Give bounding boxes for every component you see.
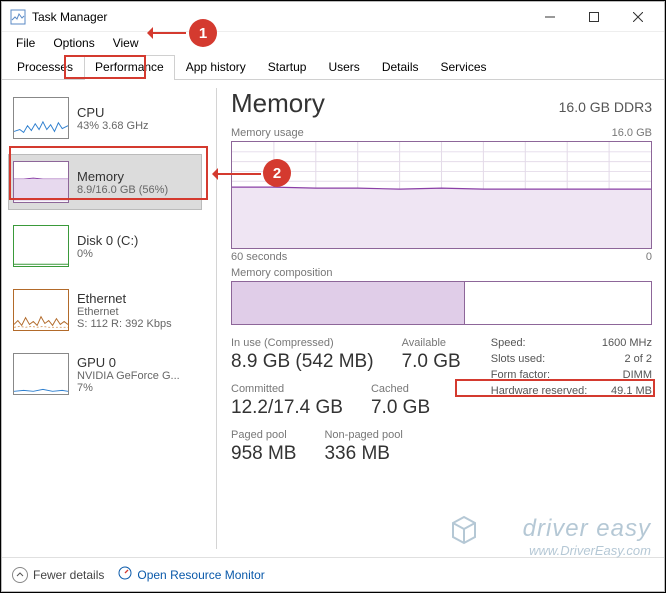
main-header: Memory 16.0 GB DDR3 [231,88,652,119]
usage-label-row: Memory usage 16.0 GB [231,127,652,139]
stats-left: In use (Compressed) 8.9 GB (542 MB) Avai… [231,337,467,475]
available-label: Available [402,337,461,349]
usage-axis: 60 seconds 0 [231,251,652,263]
speed-key: Speed: [491,337,526,349]
sidebar-gpu-sub2: 7% [77,382,197,394]
minimize-button[interactable] [528,2,572,32]
tab-users[interactable]: Users [317,55,370,79]
titlebar: Task Manager [2,2,664,32]
sidebar-item-memory[interactable]: Memory 8.9/16.0 GB (56%) [8,154,202,210]
nonpaged-label: Non-paged pool [324,429,402,441]
sidebar-item-disk[interactable]: Disk 0 (C:) 0% [8,218,202,274]
open-resource-monitor-label: Open Resource Monitor [137,568,264,582]
cached-label: Cached [371,383,430,395]
formfactor-val: DIMM [623,369,652,381]
disk-sparkline [13,225,69,267]
paged-value: 958 MB [231,443,296,465]
sidebar-gpu-title: GPU 0 [77,355,197,370]
sidebar-memory-title: Memory [77,169,197,184]
slots-val: 2 of 2 [624,353,652,365]
memory-sparkline [13,161,69,203]
sidebar-cpu-title: CPU [77,105,197,120]
available-value: 7.0 GB [402,351,461,373]
performance-sidebar: CPU 43% 3.68 GHz Memory 8.9/16.0 GB (56%… [2,80,208,557]
maximize-button[interactable] [572,2,616,32]
page-title: Memory [231,88,325,119]
sidebar-divider [216,88,217,549]
nonpaged-value: 336 MB [324,443,402,465]
content-area: CPU 43% 3.68 GHz Memory 8.9/16.0 GB (56%… [2,80,664,557]
stats-right: Speed: 1600 MHz Slots used: 2 of 2 Form fa… [491,337,652,475]
menu-options[interactable]: Options [45,34,102,52]
fewer-details-button[interactable]: Fewer details [12,567,104,583]
sidebar-item-ethernet[interactable]: Ethernet Ethernet S: 112 R: 392 Kbps [8,282,202,338]
tab-services[interactable]: Services [430,55,498,79]
menu-file[interactable]: File [8,34,43,52]
sidebar-memory-sub: 8.9/16.0 GB (56%) [77,184,197,196]
tab-details[interactable]: Details [371,55,430,79]
memory-capacity: 16.0 GB DDR3 [559,99,652,115]
in-use-value: 8.9 GB (542 MB) [231,351,374,373]
sidebar-ethernet-sub2: S: 112 R: 392 Kbps [77,318,197,330]
sidebar-cpu-sub: 43% 3.68 GHz [77,120,197,132]
tab-strip: Processes Performance App history Startu… [2,54,664,80]
sidebar-disk-title: Disk 0 (C:) [77,233,197,248]
annotation-arrow-2 [215,173,261,175]
resource-monitor-icon [118,566,132,583]
axis-right: 0 [646,251,652,263]
menubar: File Options View [2,32,664,54]
stats-area: In use (Compressed) 8.9 GB (542 MB) Avai… [231,337,652,475]
cached-value: 7.0 GB [371,397,430,419]
annotation-marker-2: 2 [263,159,291,187]
sidebar-ethernet-sub: Ethernet [77,306,197,318]
tab-performance[interactable]: Performance [84,55,175,80]
committed-value: 12.2/17.4 GB [231,397,343,419]
annotation-arrow-1 [150,32,186,34]
sidebar-item-cpu[interactable]: CPU 43% 3.68 GHz [8,90,202,146]
close-button[interactable] [616,2,660,32]
sidebar-gpu-sub: NVIDIA GeForce G... [77,370,197,382]
speed-val: 1600 MHz [602,337,652,349]
fewer-details-label: Fewer details [33,568,104,582]
task-manager-window: Task Manager File Options View Processes… [1,1,665,592]
hwres-key: Hardware reserved: [491,385,588,397]
open-resource-monitor-link[interactable]: Open Resource Monitor [118,566,264,583]
tab-startup[interactable]: Startup [257,55,318,79]
paged-label: Paged pool [231,429,296,441]
ethernet-sparkline [13,289,69,331]
axis-left: 60 seconds [231,251,287,263]
in-use-label: In use (Compressed) [231,337,374,349]
formfactor-key: Form factor: [491,369,550,381]
composition-label: Memory composition [231,267,652,279]
usage-label: Memory usage [231,127,304,139]
gpu-sparkline [13,353,69,395]
sidebar-disk-sub: 0% [77,248,197,260]
main-panel: Memory 16.0 GB DDR3 Memory usage 16.0 GB [225,80,664,557]
tab-app-history[interactable]: App history [175,55,257,79]
slots-key: Slots used: [491,353,545,365]
sidebar-item-gpu[interactable]: GPU 0 NVIDIA GeForce G... 7% [8,346,202,402]
annotation-marker-1: 1 [189,19,217,47]
window-title: Task Manager [32,10,107,24]
window-controls [528,2,660,32]
memory-usage-chart [231,141,652,249]
cpu-sparkline [13,97,69,139]
usage-max: 16.0 GB [612,127,652,139]
footer: Fewer details Open Resource Monitor [2,557,664,591]
hwres-val: 49.1 MB [611,385,652,397]
committed-label: Committed [231,383,343,395]
chevron-up-icon [12,567,28,583]
tab-processes[interactable]: Processes [6,55,84,79]
app-icon [10,9,26,25]
memory-composition-chart [231,281,652,325]
sidebar-ethernet-title: Ethernet [77,291,197,306]
